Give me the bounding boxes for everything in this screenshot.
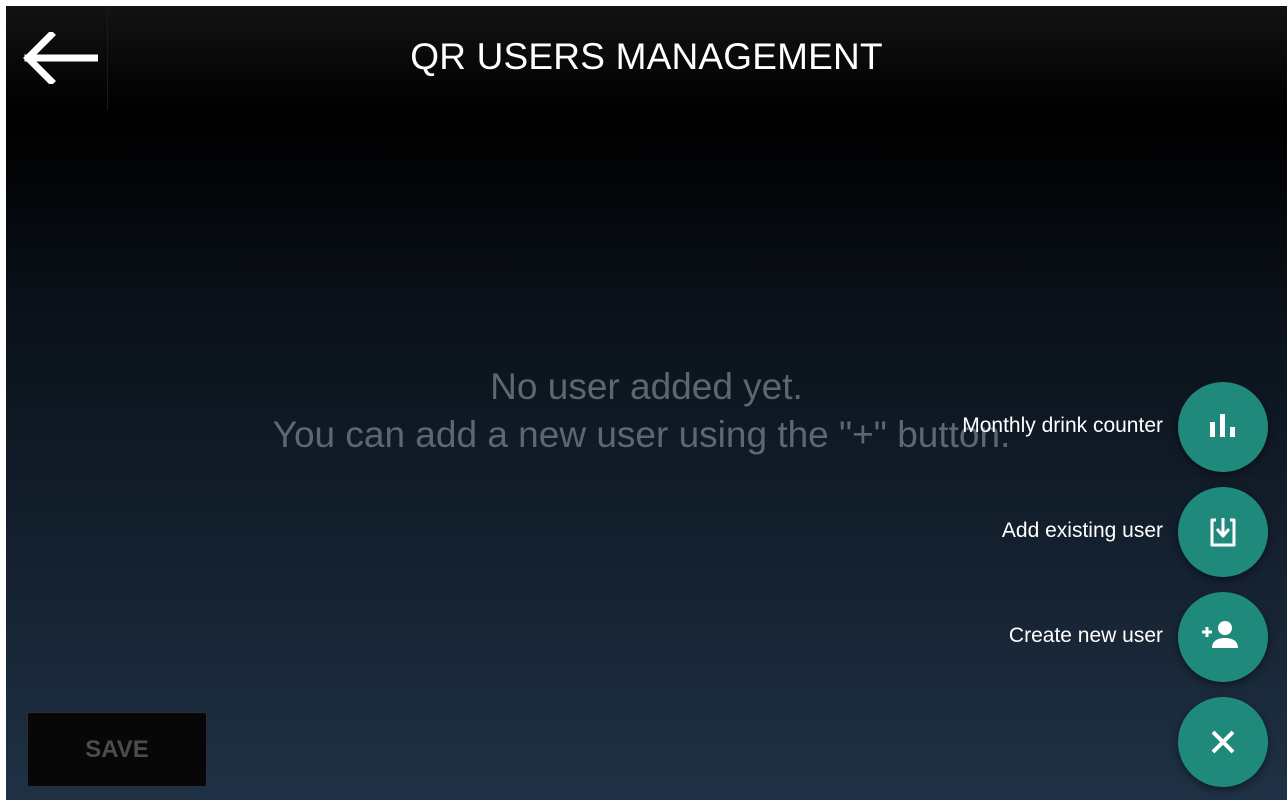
fab-label-add-existing-user[interactable]: Add existing user: [1002, 519, 1163, 543]
monthly-drink-counter-button[interactable]: [1178, 382, 1268, 472]
bar-chart-icon: [1210, 414, 1235, 437]
fab-label-create-new-user[interactable]: Create new user: [1009, 624, 1163, 648]
empty-message-line1: No user added yet.: [490, 366, 803, 407]
close-menu-button[interactable]: [1178, 697, 1268, 787]
add-person-icon: [1202, 621, 1238, 648]
header-bar: QR USERS MANAGEMENT: [6, 6, 1287, 110]
app-screen: QR USERS MANAGEMENT No user added yet. Y…: [6, 6, 1287, 800]
create-new-user-button[interactable]: [1178, 592, 1268, 682]
add-existing-user-button[interactable]: [1178, 487, 1268, 577]
save-button[interactable]: SAVE: [27, 712, 207, 787]
close-icon: [1211, 730, 1235, 754]
fab-label-monthly-drink-counter[interactable]: Monthly drink counter: [962, 414, 1163, 438]
import-icon: [1210, 518, 1236, 547]
page-title: QR USERS MANAGEMENT: [410, 36, 883, 77]
